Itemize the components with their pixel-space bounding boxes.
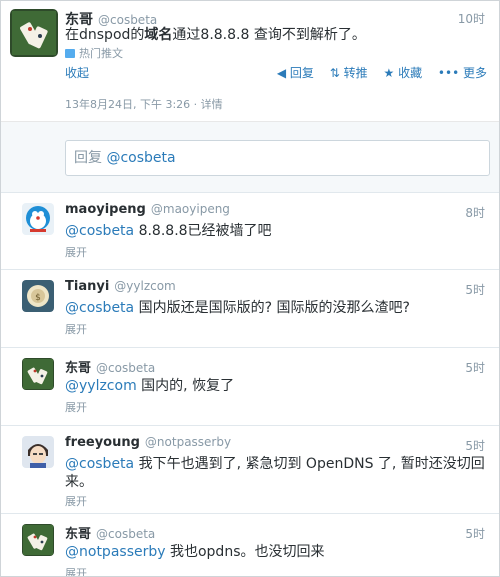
favorite-label: 收藏: [398, 66, 423, 80]
mention-link[interactable]: @cosbeta: [65, 223, 134, 239]
reply-author-handle[interactable]: @yylzcom: [114, 279, 175, 293]
favorite-action[interactable]: ★ 收藏: [383, 66, 422, 80]
reply-text: @cosbeta 我下午也遇到了, 紧急切到 OpenDNS 了, 暂时还没切回…: [65, 455, 485, 491]
reply-time[interactable]: 5时: [465, 437, 485, 454]
mention-link[interactable]: @cosbeta: [65, 456, 134, 472]
reply-time[interactable]: 5时: [465, 525, 485, 542]
promoted-text: 热门推文: [79, 47, 123, 60]
retweet-label: 转推: [343, 66, 368, 80]
mention-link[interactable]: @yylzcom: [65, 378, 137, 394]
svg-text:$: $: [35, 293, 41, 303]
reply-body: 国内的, 恢复了: [136, 378, 235, 394]
reply-author-handle[interactable]: @cosbeta: [96, 527, 155, 541]
reply-action[interactable]: ◀ 回复: [277, 66, 314, 80]
reply-author-handle[interactable]: @maoyipeng: [151, 202, 230, 216]
avatar[interactable]: $: [22, 280, 54, 312]
main-tweet: 东哥 @cosbeta 10时 在dnspod的域名通过8.8.8.8 查询不到解…: [1, 1, 499, 122]
avatar[interactable]: [22, 358, 54, 390]
reply-body: 我下午也遇到了, 紧急切到 OpenDNS 了, 暂时还没切回: [134, 456, 485, 472]
reply-author[interactable]: freeyoung @notpasserby: [65, 435, 231, 450]
avatar[interactable]: [22, 436, 54, 468]
reply-item[interactable]: freeyoung @notpasserby 5时 @cosbeta 我下午也遇到…: [1, 426, 499, 514]
mention-link[interactable]: @cosbeta: [65, 300, 134, 316]
avatar[interactable]: [22, 203, 54, 235]
tweet-text: 在dnspod的域名通过8.8.8.8 查询不到解析了。: [65, 26, 366, 44]
reply-author-name[interactable]: 东哥: [65, 527, 91, 542]
avatar[interactable]: [10, 9, 58, 57]
reply-author-handle[interactable]: @cosbeta: [96, 361, 155, 375]
reply-item[interactable]: 东哥 @cosbeta 5时 @notpasserby 我也opdns。也没切回来…: [1, 514, 499, 576]
reply-author-name[interactable]: freeyoung: [65, 435, 140, 450]
reply-label: 回复: [289, 66, 314, 80]
collapse-link[interactable]: 收起: [65, 64, 89, 81]
reply-mention: @cosbeta: [106, 150, 176, 166]
tweet-text-pre: 在dnspod的: [65, 27, 145, 43]
tweet-timestamp[interactable]: 13年8月24日, 下午 3:26 · 详情: [65, 96, 223, 112]
tweet-text-post: 通过8.8.8.8 查询不到解析了。: [172, 27, 366, 43]
expand-link[interactable]: 展开: [65, 321, 87, 337]
retweet-action[interactable]: ⇅ 转推: [330, 66, 368, 80]
reply-text: @cosbeta 国内版还是国际版的? 国际版的没那么渣吧?: [65, 299, 410, 317]
promoted-icon: [65, 49, 75, 58]
reply-author-name[interactable]: maoyipeng: [65, 202, 146, 217]
more-action[interactable]: ••• 更多: [438, 66, 487, 80]
avatar[interactable]: [22, 524, 54, 556]
reply-time[interactable]: 5时: [465, 281, 485, 298]
expand-link[interactable]: 展开: [65, 244, 87, 260]
reply-author-name[interactable]: Tianyi: [65, 279, 109, 294]
reply-time[interactable]: 8时: [465, 204, 485, 221]
reply-author-name[interactable]: 东哥: [65, 361, 91, 376]
reply-body: 国内版还是国际版的? 国际版的没那么渣吧?: [134, 300, 410, 316]
more-label: 更多: [462, 66, 487, 80]
reply-prefix: 回复: [74, 150, 102, 166]
promoted-label: 热门推文: [65, 45, 123, 61]
reply-text: @notpasserby 我也opdns。也没切回来: [65, 543, 325, 561]
reply-body: 我也opdns。也没切回来: [165, 544, 325, 560]
reply-time[interactable]: 5时: [465, 359, 485, 376]
reply-text: @cosbeta 8.8.8.8已经被墙了吧: [65, 222, 272, 240]
reply-item[interactable]: maoyipeng @maoyipeng 8时 @cosbeta 8.8.8.8已…: [1, 193, 499, 270]
tweet-time[interactable]: 10时: [458, 10, 485, 27]
expand-link[interactable]: 展开: [65, 399, 87, 415]
reply-author[interactable]: Tianyi @yylzcom: [65, 279, 176, 294]
reply-body-line2: 来。: [65, 474, 93, 490]
reply-author[interactable]: 东哥 @cosbeta: [65, 523, 155, 542]
reply-icon: ◀: [276, 66, 287, 80]
tweet-detail-panel: 东哥 @cosbeta 10时 在dnspod的域名通过8.8.8.8 查询不到解…: [0, 0, 500, 577]
reply-text: @yylzcom 国内的, 恢复了: [65, 377, 234, 395]
author-handle[interactable]: @cosbeta: [98, 13, 157, 27]
tweet-text-bold: 域名: [144, 27, 173, 43]
reply-item[interactable]: 东哥 @cosbeta 5时 @yylzcom 国内的, 恢复了 展开: [1, 348, 499, 426]
reply-author[interactable]: maoyipeng @maoyipeng: [65, 202, 230, 217]
star-icon: ★: [383, 66, 395, 80]
expand-link[interactable]: 展开: [65, 565, 87, 576]
reply-author[interactable]: 东哥 @cosbeta: [65, 357, 155, 376]
reply-input[interactable]: 回复 @cosbeta: [65, 140, 490, 176]
reply-bar: 回复 @cosbeta: [1, 122, 499, 193]
reply-author-handle[interactable]: @notpasserby: [145, 435, 231, 449]
reply-item[interactable]: $ Tianyi @yylzcom 5时 @cosbeta 国内版还是国际版的? …: [1, 270, 499, 348]
more-icon: •••: [437, 66, 460, 80]
mention-link[interactable]: @notpasserby: [65, 544, 166, 560]
reply-body: 8.8.8.8已经被墙了吧: [134, 223, 272, 239]
expand-link[interactable]: 展开: [65, 493, 87, 509]
retweet-icon: ⇅: [329, 66, 340, 80]
